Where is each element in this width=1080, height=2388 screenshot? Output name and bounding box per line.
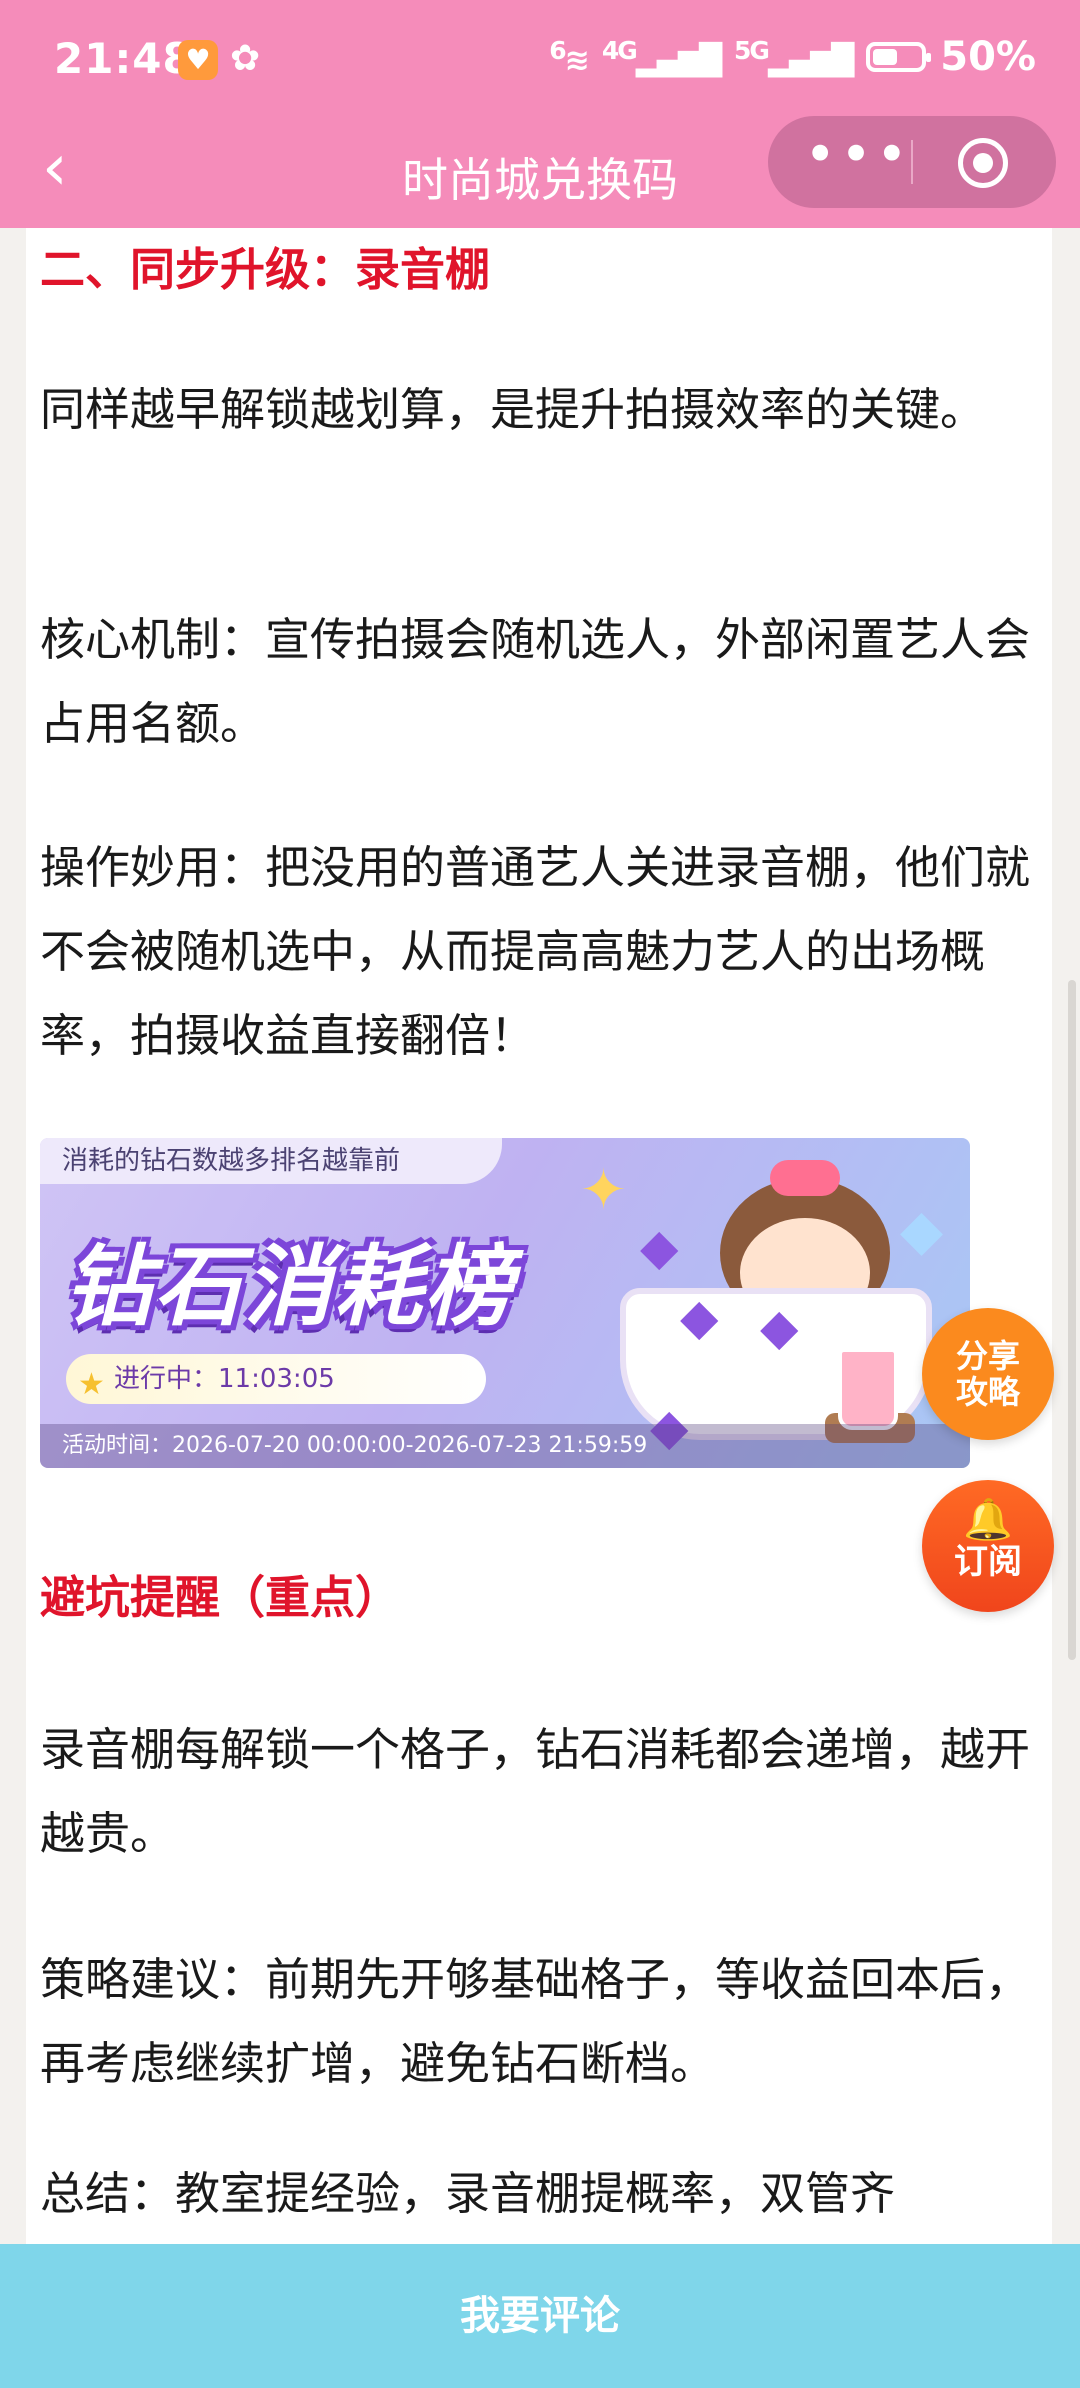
status-time: 21:48: [54, 34, 193, 83]
sparkle-icon: ◆: [900, 1198, 944, 1263]
battery-icon: [866, 42, 932, 72]
drink-illustration: [838, 1348, 898, 1430]
battery-level: 50%: [940, 34, 1036, 80]
share-guide-button[interactable]: 分享 攻略: [922, 1308, 1054, 1440]
status-indicators: 6≋ 4G▂▄▆█ 5G▂▄▆█ 50%: [549, 34, 1036, 80]
banner-title: 钻石消耗榜: [64, 1235, 515, 1338]
status-bar: 21:48 ♥ ✿ 6≋ 4G▂▄▆█ 5G▂▄▆█ 50%: [0, 0, 1080, 118]
miniprogram-capsule: •••: [768, 116, 1056, 208]
comment-button[interactable]: 我要评论: [0, 2244, 1080, 2388]
close-miniprogram-icon[interactable]: [958, 138, 1008, 188]
subscribe-button[interactable]: 🔔 订阅: [922, 1480, 1054, 1612]
gem-icon: ◆: [680, 1288, 719, 1346]
article-content: 二、同步升级：录音棚 同样越早解锁越划算，是提升拍摄效率的关键。 核心机制：宣传…: [26, 228, 1052, 2244]
paragraph: 总结：教室提经验，录音棚提概率，双管齐: [40, 2167, 896, 2220]
signal-4g-icon: 4G▂▄▆█: [601, 36, 722, 78]
wifi-icon: 6≋: [549, 36, 590, 78]
gem-icon: ◆: [640, 1218, 679, 1276]
paragraph: 操作妙用：把没用的普通艺人关进录音棚，他们就不会被随机选中，从而提高高魅力艺人的…: [40, 841, 1031, 1062]
star-icon: ★: [78, 1367, 105, 1402]
section-heading: 二、同步升级：录音棚: [40, 243, 491, 296]
event-banner-image: 消耗的钻石数越多排名越靠前 ✦ ◆ 钻石消耗榜 ★ 进行中：11:03:05 ◆ …: [40, 1138, 970, 1468]
paragraph: 核心机制：宣传拍摄会随机选人，外部闲置艺人会占用名额。: [40, 613, 1031, 750]
more-icon[interactable]: •••: [798, 128, 918, 194]
capsule-divider: [911, 140, 913, 184]
banner-status: ★ 进行中：11:03:05: [66, 1354, 486, 1404]
banner-footer: 活动时间：2026-07-20 00:00:00-2026-07-23 21:5…: [40, 1424, 970, 1468]
bell-icon: 🔔: [963, 1497, 1013, 1543]
banner-caption: 消耗的钻石数越多排名越靠前: [40, 1138, 502, 1184]
app-notification-icon: ♥: [178, 40, 218, 80]
signal-5g-icon: 5G▂▄▆█: [734, 36, 854, 78]
paragraph: 策略建议：前期先开够基础格子，等收益回本后，再考虑继续扩增，避免钻石断档。: [40, 1953, 1031, 2090]
paragraph: 同样越早解锁越划算，是提升拍摄效率的关键。: [40, 383, 986, 436]
scrollbar[interactable]: [1068, 980, 1076, 1660]
gem-icon: ◆: [760, 1298, 799, 1356]
sparkle-icon: ✦: [580, 1158, 627, 1223]
paragraph: 录音棚每解锁一个格子，钻石消耗都会递增，越开越贵。: [40, 1723, 1031, 1860]
warning-heading: 避坑提醒（重点）: [40, 1571, 401, 1624]
wechat-icon: ✿: [230, 38, 261, 79]
character-bow: [770, 1160, 840, 1196]
